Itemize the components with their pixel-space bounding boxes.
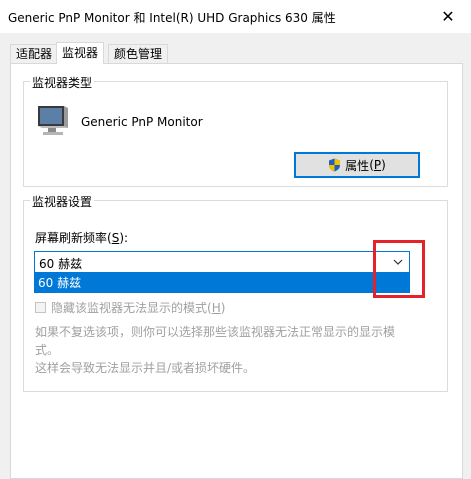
hide-modes-checkbox-row[interactable]: 隐藏该监视器无法显示的模式(H) [35,299,225,316]
hide-modes-checkbox[interactable] [35,302,46,313]
properties-button-label: 属性 [345,158,370,173]
refresh-rate-label: 屏幕刷新频率(S): [35,231,129,245]
monitor-settings-group: 监视器设置 屏幕刷新频率(S): 60 赫兹 60 赫兹 隐藏该监视器无法显示的… [23,193,448,392]
tab-color-management[interactable]: 颜色管理 [108,44,169,64]
hide-modes-mnemonic: H [211,300,221,315]
hide-modes-label: 隐藏该监视器无法显示的模式 [51,301,208,315]
monitor-icon [38,106,68,135]
tab-strip: 适配器 监视器 颜色管理 [10,42,465,64]
close-icon: ✕ [441,7,455,26]
monitor-type-title: 监视器类型 [30,74,95,91]
refresh-rate-value: 60 赫兹 [39,257,83,271]
monitor-type-group: 监视器类型 Generic PnP Monitor 属性(P) [23,74,448,187]
refresh-rate-select[interactable]: 60 赫兹 [34,251,410,273]
window-title: Generic PnP Monitor 和 Intel(R) UHD Graph… [8,11,336,25]
tab-panel: 监视器类型 Generic PnP Monitor 属性(P) 监视器设置 屏幕… [10,63,463,479]
refresh-rate-option-60[interactable]: 60 赫兹 [34,273,410,293]
properties-button[interactable]: 属性(P) [294,152,420,178]
refresh-rate-mnemonic: S [111,231,120,245]
close-button[interactable]: ✕ [425,0,471,33]
uac-shield-icon [329,158,341,172]
tab-adapter[interactable]: 适配器 [10,44,59,64]
tab-monitor[interactable]: 监视器 [56,42,105,64]
hide-modes-description: 如果不复选该项，则你可以选择那些该监视器无法正常显示的显示模式。 这样会导致无法… [35,325,396,375]
monitor-name: Generic PnP Monitor [81,115,203,129]
properties-mnemonic: P [373,158,382,172]
monitor-settings-title: 监视器设置 [30,193,95,210]
chevron-down-icon[interactable] [387,252,409,272]
title-bar: Generic PnP Monitor 和 Intel(R) UHD Graph… [0,0,471,33]
